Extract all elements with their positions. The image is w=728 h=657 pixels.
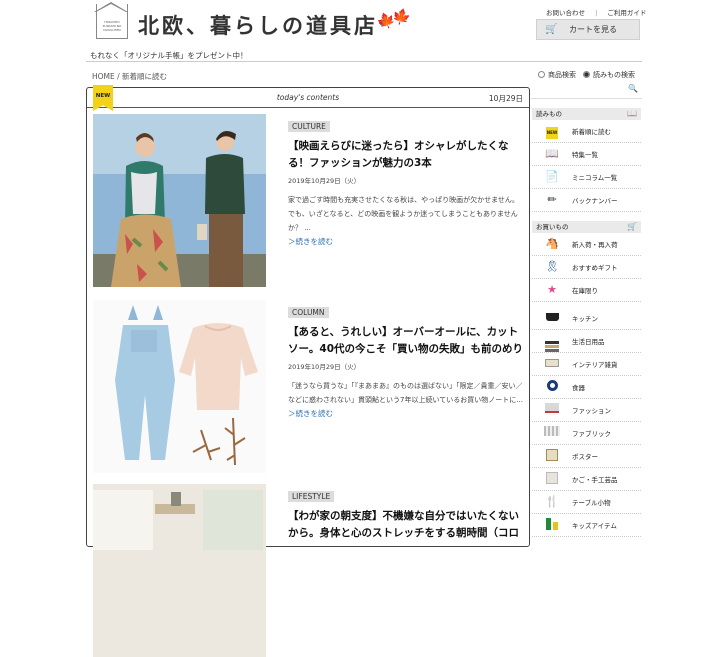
sidebar-item-tableware[interactable]: 食器 [532,376,641,399]
sidebar-item-fabric[interactable]: ファブリック [532,422,641,445]
cart-label: カートを見る [569,25,617,34]
article-date: 2019年10月29日（火） [288,363,361,371]
sidebar-item-new-articles[interactable]: NEW 新着順に読む [532,120,641,143]
sidebar-item-limited-stock[interactable]: ★ 在庫限り [532,279,641,302]
basket-icon [544,472,560,486]
sidebar-item-mini-columns[interactable]: 📄 ミニコラム一覧 [532,166,641,189]
article-body: COLUMN 【あると、うれしい】オーバーオールに、カットソー。40代の今こそ「… [288,300,524,419]
divider [86,61,642,62]
read-more-link[interactable]: ＞続きを読む [288,408,524,419]
radio-article-search[interactable]: 読みもの検索 [583,70,635,80]
article-image[interactable] [93,484,266,657]
lamp-icon [544,357,560,371]
fabric-icon [544,426,560,440]
towels-icon [544,334,560,348]
logo-text: HOKUSHO KURASHI NO DOUGUTEN [102,20,122,32]
sidebar-item-gifts[interactable]: 🎗 おすすめギフト [532,256,641,279]
page: HOKUSHO KURASHI NO DOUGUTEN 北欧、暮らしの道具店® … [86,0,646,657]
utility-links: お問い合わせ | ご利用ガイド [546,9,647,17]
header-date: 10月29日 [488,94,523,103]
todays-contents-header: today's contents 10月29日 [87,88,529,108]
promo-link[interactable]: もれなく「オリジナル手帳」をプレゼント中！ [90,50,248,61]
sidebar-item-new-arrivals[interactable]: 🐴 新入荷・再入荷 [532,233,641,256]
pot-icon [544,311,560,325]
sidebar-item-interior[interactable]: インテリア雑貨 [532,353,641,376]
search-icon[interactable]: 🔍 [628,84,638,93]
article-excerpt: 家で過ごす時間も充実させたくなる秋は、やっぱり映画が欠かせません。でも、いざとな… [288,196,519,232]
cutlery-icon: 🍴 [545,495,559,508]
guide-link[interactable]: ご利用ガイド [607,9,646,17]
papers-icon: 📄 [545,170,559,183]
open-book-icon: 📖 [627,109,637,118]
cart-icon: 🛒 [627,222,637,231]
article-image[interactable] [93,300,266,473]
sidebar-item-back-numbers[interactable]: ✏ バックナンバー [532,189,641,212]
article-image[interactable] [93,114,266,287]
new-badge-icon: NEW [544,124,560,139]
radio-selected-icon [583,71,590,78]
article-title[interactable]: 【映画えらびに迷ったら】オシャレがしたくなる！ファッションが魅力の3本 [288,138,524,172]
article-excerpt: 「迷うなら買うな」「『まあまあ』のものは選ばない」「限定／貴重／安い／などに惑わ… [288,382,523,404]
main-content: today's contents 10月29日 NEW CULTURE 【映画え… [86,85,530,657]
radio-product-search[interactable]: 商品検索 [538,70,576,80]
article-title[interactable]: 【わが家の朝支度】不機嫌な自分ではいたくないから。身体と心のストレッチをする朝時… [288,508,524,542]
horse-icon: 🐴 [545,237,559,250]
sidebar-item-baskets[interactable]: かご・手工芸品 [532,468,641,491]
sidebar-item-table-accessories[interactable]: 🍴 テーブル小物 [532,491,641,514]
bag-icon [544,403,560,417]
star-icon: ★ [547,283,557,296]
cup-icon [544,380,560,394]
poster-icon [544,449,560,463]
article-title[interactable]: 【あると、うれしい】オーバーオールに、カットソー。40代の今こそ「買い物の失敗」… [288,324,524,358]
book-icon: 📖 [545,147,559,160]
contact-link[interactable]: お問い合わせ [546,9,585,17]
article-body: CULTURE 【映画えらびに迷ったら】オシャレがしたくなる！ファッションが魅力… [288,114,524,247]
breadcrumb[interactable]: HOME / 新着順に読む [92,71,167,82]
article-date: 2019年10月29日（火） [288,177,361,185]
cart-icon: 🛒 [545,24,558,35]
shopping-section-header: お買いもの 🛒 [532,221,641,233]
radio-icon [538,71,545,78]
cart-button[interactable]: 🛒 カートを見る [536,19,640,40]
ribbon-icon: 🎗 [545,260,559,273]
sidebar-item-features[interactable]: 📖 特集一覧 [532,143,641,166]
sidebar-item-kitchen[interactable]: キッチン [532,307,641,330]
sidebar-item-daily-goods[interactable]: 生活日用品 [532,330,641,353]
pencil-icon: ✏ [547,193,557,206]
todays-heading: today's contents [276,93,340,102]
search-input[interactable]: 🔍 [531,83,642,99]
category-tag[interactable]: COLUMN [288,307,329,318]
kids-icon [544,518,560,532]
sidebar-item-fashion[interactable]: ファッション [532,399,641,422]
article-body: LIFESTYLE 【わが家の朝支度】不機嫌な自分ではいたくないから。身体と心の… [288,484,524,542]
read-more-link[interactable]: ＞続きを読む [288,236,524,247]
reading-section-header: 読みもの 📖 [532,108,641,120]
sidebar-item-posters[interactable]: ポスター [532,445,641,468]
category-tag[interactable]: CULTURE [288,121,330,132]
category-tag[interactable]: LIFESTYLE [288,491,335,502]
site-title[interactable]: 北欧、暮らしの道具店® [138,10,386,40]
